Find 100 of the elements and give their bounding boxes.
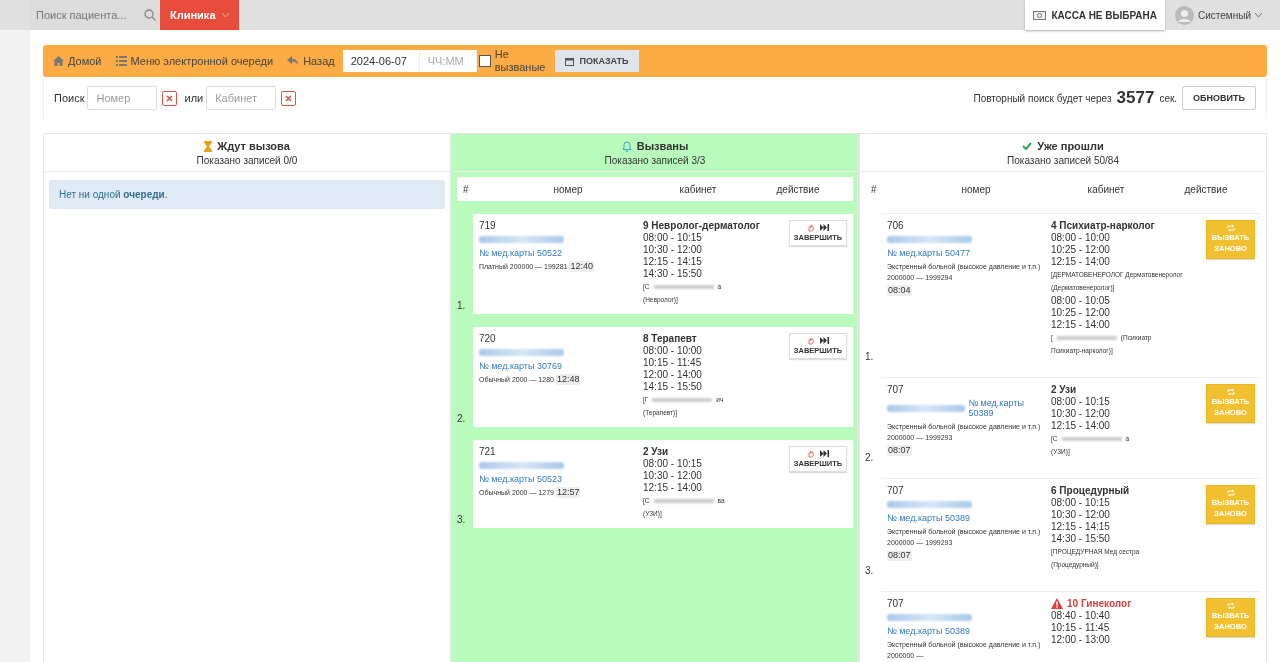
caret-icon xyxy=(221,13,229,17)
queue-number: 720 xyxy=(479,333,497,344)
queue-number: 706 xyxy=(887,220,905,231)
cabinet-name: 6 Процедурный xyxy=(1051,485,1130,496)
cabinet-name: 10 Гинеколог xyxy=(1067,598,1132,609)
date-field[interactable]: 2024-06-07 xyxy=(342,50,420,72)
row-number: 3. xyxy=(457,514,467,527)
hand-icon xyxy=(807,450,815,458)
repeat-icon xyxy=(1226,603,1235,609)
blurred-name xyxy=(1056,336,1117,341)
queue-number: 707 xyxy=(887,485,905,496)
time-badge: 12:40 xyxy=(569,261,594,272)
column-title: Уже прошли xyxy=(1037,140,1104,152)
time-slot: 08:00 - 10:15 xyxy=(1051,497,1191,508)
record-count: Показано записей 0/0 xyxy=(196,155,298,166)
skip-icon xyxy=(820,337,829,345)
checkbox[interactable] xyxy=(478,55,491,67)
column-title: Вызваны xyxy=(636,140,689,152)
time-slot: 14:15 - 15:50 xyxy=(643,381,783,392)
time-slot: 12:15 - 14:00 xyxy=(1051,319,1191,330)
cabinet-name: 4 Психиатр-нарколог xyxy=(1051,220,1155,231)
seconds-unit: сек. xyxy=(1159,92,1178,104)
cabinet-field[interactable]: Кабинет xyxy=(206,86,277,110)
time-slot: 10:30 - 12:00 xyxy=(643,470,783,481)
time-badge: 08:04 xyxy=(887,285,912,296)
column-header: # xyxy=(871,183,878,195)
medical-card-link[interactable]: № мед.карты 50389 xyxy=(887,626,1045,636)
countdown: 3577 xyxy=(1116,88,1155,108)
show-button[interactable]: ПОКАЗАТЬ xyxy=(555,50,639,72)
time-slot: 10:25 - 12:00 xyxy=(1051,244,1191,255)
nav-link[interactable]: Назад xyxy=(287,55,335,67)
time-slot: 08:00 - 10:15 xyxy=(1051,396,1191,407)
medical-card-link[interactable]: № мед.карты 50389 xyxy=(887,513,1045,523)
bell-icon xyxy=(621,140,632,152)
banknote-icon xyxy=(1033,10,1047,20)
warning-icon xyxy=(1051,598,1063,609)
search-label: Поиск xyxy=(54,92,85,104)
number-field[interactable]: Номер xyxy=(87,86,158,110)
skip-icon xyxy=(820,224,829,232)
medical-card-link[interactable]: № мед.карты 50522 xyxy=(479,248,637,258)
blurred-name xyxy=(652,398,713,403)
clear-icon xyxy=(285,94,293,102)
queue-number: 707 xyxy=(887,598,905,609)
time-slot: 10:30 - 12:00 xyxy=(1051,509,1191,520)
refresh-button[interactable]: ОБНОВИТЬ xyxy=(1182,86,1256,110)
row-number: 2. xyxy=(865,452,875,465)
medical-card-link[interactable]: № мед.карты 50477 xyxy=(887,248,1045,258)
time-slot: 12:15 - 14:15 xyxy=(643,256,783,267)
medical-card-link[interactable]: № мед.карты 30769 xyxy=(479,361,637,371)
check-icon xyxy=(1022,142,1033,150)
cabinet-name: 2 Узи xyxy=(643,446,669,457)
time-slot: 10:15 - 11:45 xyxy=(1051,622,1191,633)
row-number: 1. xyxy=(457,300,467,313)
time-slot: 08:00 - 10:15 xyxy=(643,232,783,243)
nav-link[interactable]: Домой xyxy=(53,55,102,67)
medical-card-link[interactable]: № мед.карты 50523 xyxy=(479,474,637,484)
home-icon xyxy=(53,56,64,66)
row-number: 2. xyxy=(457,413,467,426)
time-slot: 10:30 - 12:00 xyxy=(643,244,783,255)
clear-button[interactable] xyxy=(162,90,178,106)
time-slot: 12:15 - 14:00 xyxy=(1051,256,1191,267)
time-badge: 12:57 xyxy=(555,487,581,498)
nav-link[interactable]: Меню электронной очереди xyxy=(115,55,274,67)
time-slot: 08:00 - 10:00 xyxy=(643,345,783,356)
column-header: действие xyxy=(775,183,821,195)
time-field[interactable]: ЧЧ:ММ xyxy=(419,50,477,72)
clinic-menu[interactable]: Клиника xyxy=(160,0,239,30)
time-slot: 08:00 - 10:15 xyxy=(643,458,783,469)
record-count: Показано записей 50/84 xyxy=(1007,155,1119,166)
time-slot: 12:15 - 14:15 xyxy=(1051,521,1191,532)
avatar-icon xyxy=(1175,5,1194,25)
time-slot: 14:30 - 15:50 xyxy=(1051,533,1191,544)
time-slot: 10:15 - 11:45 xyxy=(643,357,783,368)
time-slot: 08:00 - 10:00 xyxy=(1051,232,1191,243)
column-header: кабинет xyxy=(678,183,718,195)
skip-icon xyxy=(820,450,829,458)
column-header: кабинет xyxy=(1086,183,1126,195)
queue-number: 721 xyxy=(479,446,497,457)
repeat-icon xyxy=(1226,389,1235,395)
record-count: Показано записей 3/3 xyxy=(604,155,706,166)
cashbox-button[interactable]: КАССА НЕ ВЫБРАНА xyxy=(1025,0,1165,30)
user-menu[interactable]: Системный xyxy=(1165,0,1280,30)
blurred-name xyxy=(1061,437,1122,442)
time-slot: 08:00 - 10:05 xyxy=(1051,295,1191,306)
medical-card-link[interactable]: № мед.карты 50389 xyxy=(968,398,1045,418)
cabinet-name: 8 Терапевт xyxy=(643,333,697,344)
caret-icon xyxy=(1255,13,1262,17)
row-number: 3. xyxy=(865,565,875,578)
time-slot: 12:00 - 13:00 xyxy=(1051,634,1191,645)
search-field[interactable]: Поиск пациента... xyxy=(30,0,142,30)
repeat-icon xyxy=(1226,225,1235,231)
time-slot: 12:15 - 14:00 xyxy=(1051,420,1191,431)
column-header: номер xyxy=(960,183,992,195)
queue-number: 719 xyxy=(479,220,497,231)
clear-button[interactable] xyxy=(281,90,297,106)
time-slot: 14:30 - 15:50 xyxy=(643,268,783,279)
column-header: номер xyxy=(552,183,584,195)
hand-icon xyxy=(807,224,815,232)
cabinet-name: 9 Невролог-дерматолог xyxy=(643,220,760,231)
list-icon xyxy=(115,56,127,66)
